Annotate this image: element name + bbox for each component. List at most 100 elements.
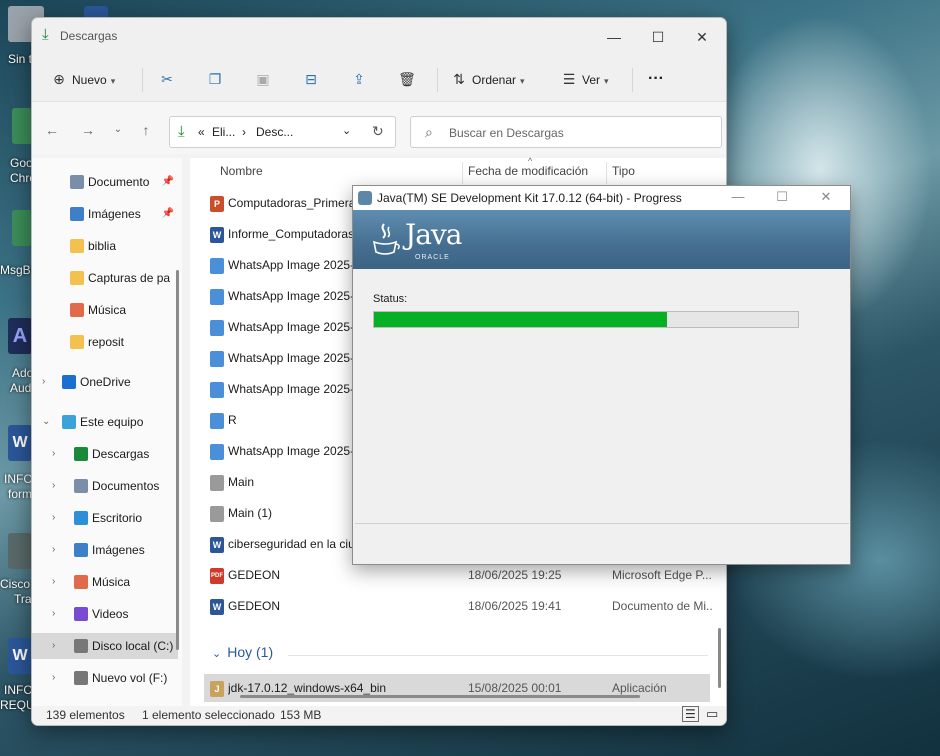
desktop-label: form (8, 487, 32, 501)
sidebar-item[interactable]: › Descargas (32, 441, 178, 467)
up-button[interactable]: ↑ (134, 118, 158, 142)
vertical-scrollbar[interactable] (718, 628, 721, 688)
sidebar-item-label: Documento (88, 175, 150, 189)
address-bar[interactable]: ⤓ « Eli... › Desc... ⌄ ↻ (169, 116, 396, 148)
document-icon (74, 479, 88, 493)
chevron-right-icon[interactable]: › (52, 537, 55, 563)
file-row[interactable]: W GEDEON 18/06/2025 19:41 Documento de Mi..… (204, 592, 712, 620)
sidebar-item[interactable]: Documento 📌 (32, 169, 178, 195)
minimize-button[interactable]: — (723, 189, 753, 204)
horizontal-scrollbar[interactable] (240, 695, 640, 698)
cut-button[interactable]: ✂ (158, 68, 180, 90)
view-button[interactable]: ☰ Ver ▾ (560, 68, 609, 90)
sidebar-item[interactable]: › Música (32, 569, 178, 595)
close-button[interactable]: ✕ (811, 189, 841, 205)
new-button[interactable]: ⊕ Nuevo ▾ (50, 68, 115, 90)
chevron-right-icon[interactable]: › (52, 505, 55, 531)
minimize-button[interactable]: — (592, 24, 636, 50)
sort-button[interactable]: ⇅ Ordenar ▾ (450, 68, 524, 90)
sidebar-item[interactable]: Imágenes 📌 (32, 201, 178, 227)
desktop-msgbox-icon[interactable] (12, 210, 32, 246)
maximize-button[interactable]: ☐ (767, 189, 797, 205)
sidebar-item[interactable]: › Documentos (32, 473, 178, 499)
back-button[interactable]: ← (40, 118, 64, 142)
java-icon (358, 191, 372, 205)
progress-bar (373, 311, 799, 328)
desktop-label: INFO (4, 472, 33, 486)
chevron-right-icon[interactable]: › (52, 441, 55, 467)
more-options-button[interactable]: ··· (648, 68, 664, 90)
maximize-button[interactable]: ☐ (636, 24, 680, 50)
desktop-audition-icon[interactable]: A (8, 318, 32, 354)
item-count: 139 elementos (46, 708, 125, 722)
dialog-titlebar[interactable]: Java(TM) SE Development Kit 17.0.12 (64-… (353, 186, 850, 210)
chevron-right-icon[interactable]: › (52, 665, 55, 691)
details-view-icon[interactable]: ☰ (682, 706, 699, 722)
chevron-right-icon[interactable]: › (52, 473, 55, 499)
tiles-view-icon[interactable]: ▭ (706, 706, 718, 722)
breadcrumb-user[interactable]: Eli... (212, 125, 235, 139)
sidebar-scrollbar[interactable] (176, 270, 179, 650)
image-file-icon (210, 320, 224, 336)
images-icon (70, 207, 84, 221)
sidebar-item[interactable]: Capturas de pa (32, 265, 178, 291)
delete-button[interactable]: 🗑 (398, 68, 420, 90)
pdf-file-icon: PDF (210, 568, 224, 584)
search-icon: ⌕ (425, 124, 433, 140)
navigation-pane: Documento 📌 Imágenes 📌 biblia Capturas de pa M… (32, 158, 182, 706)
column-date[interactable]: Fecha de modificación (468, 164, 588, 178)
desktop-icon (74, 511, 88, 525)
chevron-right-icon[interactable]: › (52, 633, 55, 659)
sidebar-item-label: Escritorio (92, 511, 143, 525)
sidebar-item[interactable]: reposit (32, 329, 178, 355)
close-button[interactable]: ✕ (680, 24, 724, 50)
sidebar-item-label: Descargas (92, 447, 150, 461)
status-bar: 139 elementos 1 elemento seleccionado 15… (32, 706, 726, 725)
drive-icon (74, 639, 88, 653)
plus-icon: ⊕ (53, 71, 65, 87)
column-name[interactable]: Nombre (220, 164, 263, 178)
chevron-down-icon[interactable]: ⌄ (342, 124, 351, 137)
sidebar-item[interactable]: biblia (32, 233, 178, 259)
sidebar-item[interactable]: Música (32, 297, 178, 323)
desktop-cisco-icon[interactable] (8, 533, 32, 569)
sidebar-item[interactable]: › Videos (32, 601, 178, 627)
copy-button[interactable]: ❐ (206, 68, 228, 90)
computer-icon (62, 415, 76, 429)
sidebar-item[interactable]: › Nuevo vol (F:) (32, 665, 178, 691)
sidebar-item[interactable]: › OneDrive (32, 369, 178, 395)
chevron-down-icon[interactable]: ⌄ (42, 409, 50, 435)
column-type[interactable]: Tipo (612, 164, 635, 178)
chevron-right-icon[interactable]: › (52, 569, 55, 595)
paste-button[interactable]: ▣ (254, 68, 276, 90)
file-row[interactable]: PDF GEDEON 18/06/2025 19:25 Microsoft Edge … (204, 561, 712, 589)
sidebar-item-label: biblia (88, 239, 117, 253)
sidebar-item[interactable]: › Escritorio (32, 505, 178, 531)
rename-button[interactable]: ⊟ (302, 68, 324, 90)
download-icon: ⤓ (42, 26, 49, 43)
rename-icon: ⊟ (305, 71, 317, 87)
sidebar-item[interactable]: › Imágenes (32, 537, 178, 563)
sidebar-item[interactable]: ⌄ Este equipo (32, 409, 178, 435)
search-box[interactable]: ⌕ Buscar en Descargas (410, 116, 722, 148)
recent-locations-button[interactable]: ⌄ (106, 118, 130, 142)
breadcrumb-downloads[interactable]: Desc... (256, 125, 293, 139)
chevron-right-icon[interactable]: › (52, 601, 55, 627)
forward-button[interactable]: → (76, 118, 100, 142)
images-icon (74, 543, 88, 557)
chevron-right-icon[interactable]: › (42, 369, 45, 395)
sidebar-item[interactable]: › Disco local (C:) (32, 633, 178, 659)
explorer-titlebar[interactable]: ⤓ Descargas — ☐ ✕ (32, 18, 726, 56)
refresh-icon[interactable]: ↻ (372, 123, 384, 140)
java-cup-icon (372, 223, 400, 255)
video-icon (74, 607, 88, 621)
search-input[interactable]: Buscar en Descargas (449, 126, 564, 140)
share-button[interactable]: ⇪ (350, 68, 372, 90)
breadcrumb-overflow[interactable]: « (198, 125, 205, 139)
desktop-word-icon[interactable]: W (8, 638, 32, 674)
java-progress-dialog: Java(TM) SE Development Kit 17.0.12 (64-… (352, 185, 851, 565)
desktop-chrome-icon[interactable] (12, 108, 32, 144)
sidebar-item-label: Imágenes (92, 543, 145, 557)
desktop-word-icon[interactable]: W (8, 425, 32, 461)
group-header-today[interactable]: ⌄ Hoy (1) (212, 644, 273, 660)
